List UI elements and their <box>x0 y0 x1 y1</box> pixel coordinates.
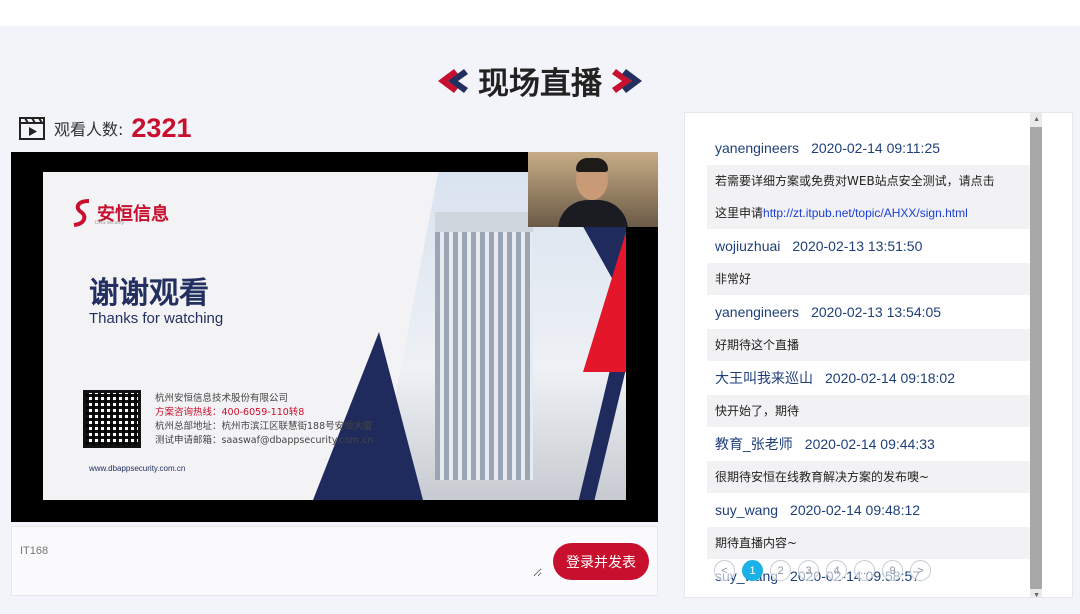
chat-time: 2020-02-14 09:48:12 <box>790 502 921 518</box>
video-player[interactable]: 安恒信息 DAS-security 谢谢观看 Thanks for watchi… <box>11 152 658 522</box>
video-clapper-icon <box>19 117 45 140</box>
website: www.dbappsecurity.com.cn <box>89 464 186 473</box>
chat-author: wojiuzhuai <box>715 238 781 254</box>
pager-next-button[interactable]: > <box>910 560 931 581</box>
login-and-post-button[interactable]: 登录并发表 <box>553 543 649 580</box>
comment-input[interactable] <box>12 527 542 577</box>
hotline: 方案咨询热线：400-6059-110转8 <box>155 407 305 418</box>
company-name: 杭州安恒信息技术股份有限公司 <box>155 393 289 404</box>
chat-pagination: < 1 2 3 4 ... 9 > <box>714 560 931 581</box>
thanks-subheading: Thanks for watching <box>89 310 224 327</box>
chat-author-row: 大王叫我来巡山 2020-02-14 09:18:02 <box>715 361 1029 395</box>
chat-message: 期待直播内容~ <box>707 527 1037 559</box>
brand-logo-icon <box>73 199 90 227</box>
right-chevron-deco-icon <box>612 68 642 93</box>
chat-author: 大王叫我来巡山 <box>715 370 813 386</box>
chat-author-row: wojiuzhuai 2020-02-13 13:51:50 <box>715 229 1029 263</box>
chat-time: 2020-02-14 09:18:02 <box>825 370 955 386</box>
chat-time: 2020-02-14 09:44:33 <box>804 436 935 452</box>
chat-author: 教育_张老师 <box>715 436 793 452</box>
chat-time: 2020-02-13 13:54:05 <box>811 304 942 320</box>
building-image <box>435 232 533 480</box>
chat-panel[interactable]: yanengineers 2020-02-14 09:11:25 若需要详细方案或… <box>684 112 1073 598</box>
viewer-count-value: 2321 <box>131 112 192 143</box>
pager-ellipsis: ... <box>854 560 875 581</box>
address: 杭州总部地址：杭州市滨江区联慧街188号安恒大厦 <box>155 421 373 432</box>
brand-subtitle: DAS-security <box>95 220 125 226</box>
scroll-down-arrow-icon[interactable]: ▼ <box>1033 592 1040 597</box>
email: 测试申请邮箱：saaswaf@dbappsecurity.com.cn <box>155 435 374 446</box>
apply-link[interactable]: http://zt.itpub.net/topic/AHXX/sign.html <box>763 206 968 220</box>
chat-list: yanengineers 2020-02-14 09:11:25 若需要详细方案或… <box>707 131 1037 593</box>
qr-code <box>83 390 141 448</box>
pager-page-2[interactable]: 2 <box>770 560 791 581</box>
scroll-up-arrow-icon[interactable]: ▲ <box>1033 116 1040 123</box>
pager-prev-button[interactable]: < <box>714 560 735 581</box>
page-title: 现场直播 <box>478 66 602 102</box>
chat-time: 2020-02-13 13:51:50 <box>792 238 923 254</box>
viewer-count: 观看人数: 2321 <box>18 110 191 146</box>
pager-page-9[interactable]: 9 <box>882 560 903 581</box>
chat-author-row: 教育_张老师 2020-02-14 09:44:33 <box>715 427 1029 461</box>
chat-author-row: yanengineers 2020-02-14 09:11:25 <box>715 131 1029 165</box>
thanks-heading: 谢谢观看 <box>89 276 209 311</box>
pager-page-4[interactable]: 4 <box>826 560 847 581</box>
pager-page-1[interactable]: 1 <box>742 560 763 581</box>
chat-message: 很期待安恒在线教育解决方案的发布噢~ <box>707 461 1037 493</box>
chat-message: 非常好 <box>707 263 1037 295</box>
chat-message-prefix: 这里申请 <box>715 206 764 220</box>
comment-box: 登录并发表 <box>11 526 658 596</box>
company-info: 杭州安恒信息技术股份有限公司 方案咨询热线：400-6059-110转8 杭州总… <box>155 392 374 448</box>
top-bar <box>0 0 1080 26</box>
viewer-count-label: 观看人数: <box>54 120 124 139</box>
chat-message-cont: 这里申请http://zt.itpub.net/topic/AHXX/sign.… <box>707 197 1037 229</box>
chat-time: 2020-02-14 09:11:25 <box>811 140 941 156</box>
presenter-camera <box>528 152 658 227</box>
chat-author-row: yanengineers 2020-02-13 13:54:05 <box>715 295 1029 329</box>
chat-message: 快开始了，期待 <box>707 395 1037 427</box>
chat-message: 若需要详细方案或免费对WEB站点安全测试，请点击 <box>707 165 1037 197</box>
pager-page-3[interactable]: 3 <box>798 560 819 581</box>
chat-scrollbar-thumb[interactable] <box>1030 127 1042 589</box>
chat-author-row: suy_wang 2020-02-14 09:48:12 <box>715 493 1029 527</box>
presenter-hair <box>576 158 608 172</box>
chat-author: yanengineers <box>715 140 800 156</box>
left-chevron-deco-icon <box>438 68 468 93</box>
page-header: 现场直播 <box>0 58 1080 103</box>
chat-author: suy_wang <box>715 502 779 518</box>
presenter-body <box>558 200 628 227</box>
chat-author: yanengineers <box>715 304 800 320</box>
chat-message: 好期待这个直播 <box>707 329 1037 361</box>
